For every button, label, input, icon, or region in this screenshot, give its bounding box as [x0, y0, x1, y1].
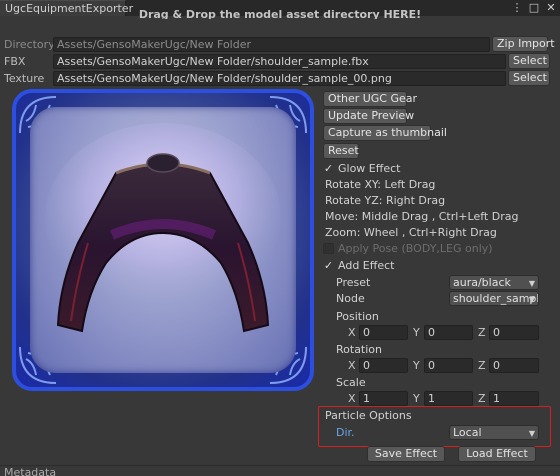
position-label: Position [336, 310, 379, 323]
reset-button[interactable]: Reset [323, 143, 359, 159]
scale-z-field[interactable]: 1 [489, 391, 539, 406]
fbx-select-button[interactable]: Select [508, 53, 550, 69]
scale-z-axis-label: Z [478, 392, 486, 405]
dir-label: Dir. [336, 426, 355, 439]
texture-select-button[interactable]: Select [508, 70, 550, 86]
directory-label: Directory [4, 38, 55, 51]
node-dropdown[interactable]: shoulder_sampl ▼ [449, 291, 539, 306]
scale-y-axis-label: Y [413, 392, 420, 405]
position-z-field[interactable]: 0 [489, 325, 539, 340]
rotation-z-axis-label: Z [478, 359, 486, 372]
rotation-z-field[interactable]: 0 [489, 358, 539, 373]
dir-value: Local [453, 426, 482, 439]
rotation-y-field[interactable]: 0 [424, 358, 473, 373]
scale-y-field[interactable]: 1 [424, 391, 473, 406]
position-y-field[interactable]: 0 [424, 325, 473, 340]
add-effect-checkbox[interactable]: ✓ [323, 260, 334, 271]
fbx-label: FBX [4, 55, 26, 68]
rotation-label: Rotation [336, 343, 383, 356]
zoom-hint: Zoom: Wheel , Ctrl+Right Drag [325, 226, 497, 239]
preset-dropdown[interactable]: aura/black ▼ [449, 275, 539, 290]
position-x-axis-label: X [348, 326, 356, 339]
position-z-axis-label: Z [478, 326, 486, 339]
capture-thumbnail-button[interactable]: Capture as thumbnail [323, 125, 447, 141]
position-x-field[interactable]: 0 [359, 325, 408, 340]
model-preview[interactable] [12, 89, 314, 391]
rotation-x-axis-label: X [348, 359, 356, 372]
position-y-axis-label: Y [413, 326, 420, 339]
directory-field: Assets/GensoMakerUgc/New Folder [53, 37, 490, 52]
load-effect-button[interactable]: Load Effect [458, 446, 536, 462]
particle-options-title: Particle Options [325, 409, 412, 422]
apply-pose-label: Apply Pose (BODY,LEG only) [338, 242, 493, 255]
save-effect-button[interactable]: Save Effect [367, 446, 445, 462]
glow-effect-checkbox[interactable]: ✓ [323, 163, 334, 174]
scale-label: Scale [336, 376, 366, 389]
rotation-x-field[interactable]: 0 [359, 358, 408, 373]
dir-dropdown[interactable]: Local ▼ [449, 425, 539, 440]
preset-value: aura/black [453, 276, 511, 289]
shoulder-model [45, 123, 281, 333]
rotate-yz-hint: Rotate YZ: Right Drag [325, 194, 446, 207]
apply-pose-checkbox[interactable] [323, 243, 334, 254]
scale-x-field[interactable]: 1 [359, 391, 408, 406]
glow-effect-label: Glow Effect [338, 162, 401, 175]
drop-hint: Drag & Drop the model asset directory HE… [138, 9, 422, 19]
node-value: shoulder_sampl [453, 292, 539, 305]
zip-import-button[interactable]: Zip Import [492, 36, 555, 52]
chevron-down-icon: ▼ [528, 295, 535, 304]
preset-label: Preset [336, 276, 371, 289]
node-label: Node [336, 292, 365, 305]
update-preview-button[interactable]: Update Preview [323, 108, 414, 124]
add-effect-label: Add Effect [338, 259, 395, 272]
scale-x-axis-label: X [348, 392, 356, 405]
chevron-down-icon: ▼ [528, 429, 535, 438]
chevron-down-icon: ▼ [528, 279, 535, 288]
texture-path-field[interactable]: Assets/GensoMakerUgc/New Folder/shoulder… [53, 71, 506, 86]
texture-label: Texture [4, 72, 45, 85]
fbx-path-field[interactable]: Assets/GensoMakerUgc/New Folder/shoulder… [53, 54, 506, 69]
rotate-xy-hint: Rotate XY: Left Drag [325, 178, 436, 191]
move-hint: Move: Middle Drag , Ctrl+Left Drag [325, 210, 519, 223]
rotation-y-axis-label: Y [413, 359, 420, 372]
other-ugc-gear-button[interactable]: Other UGC Gear [323, 91, 417, 107]
metadata-section-header[interactable]: Metadata [0, 465, 560, 476]
